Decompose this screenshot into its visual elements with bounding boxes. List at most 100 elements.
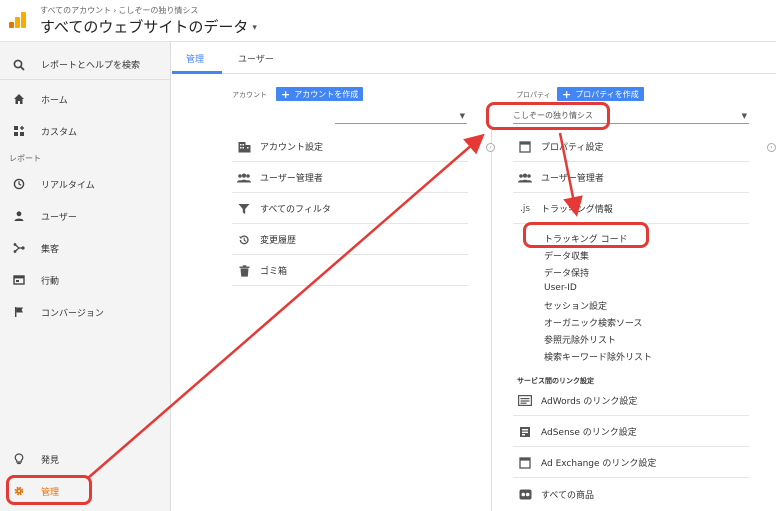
menu-label: ユーザー管理者 [541,174,604,184]
arrow-right-circle-icon[interactable]: › [486,143,495,152]
menu-label: ユーザー管理者 [260,174,323,184]
annotation-highlight-admin [6,475,92,505]
sidebar-item-home[interactable]: ホーム [0,86,171,112]
menu-label: アカウント設定 [260,143,324,153]
column-divider [491,130,492,511]
window-icon [518,140,532,154]
sidebar-item-label: コンバージョン [41,308,104,319]
submenu-user-id[interactable]: User-ID [544,283,577,293]
menu-adwords-link[interactable]: AdWords のリンク設定 [513,386,749,416]
create-property-button[interactable]: + プロパティを作成 [557,87,644,101]
annotation-highlight-tracking-code [523,222,649,248]
window-icon [518,456,532,470]
menu-label: すべての商品 [541,490,595,501]
dashboard-plus-icon [12,124,26,138]
menu-trash[interactable]: ゴミ箱 [232,256,468,286]
sidebar-item-discover[interactable]: 発見 [0,446,171,472]
breadcrumb-separator: › [113,6,117,15]
tab-admin[interactable]: 管理 [186,52,204,65]
person-icon [12,209,26,223]
sidebar-item-label: 行動 [41,276,60,287]
admin-tabs: 管理 ユーザー [172,42,776,74]
menu-change-history[interactable]: 変更履歴 [232,225,468,255]
menu-adsense-link[interactable]: AdSense のリンク設定 [513,417,749,447]
menu-ad-exchange-link[interactable]: Ad Exchange のリンク設定 [513,448,749,478]
annotation-highlight-property [486,102,610,130]
menu-label: Ad Exchange のリンク設定 [541,459,657,469]
sidebar-item-label: 集客 [41,244,60,255]
account-selector[interactable]: ▼ [335,108,467,124]
sidebar-search-label: レポートとヘルプを検索 [41,61,141,71]
products-icon [518,487,532,501]
building-icon [237,140,251,154]
menu-account-user-management[interactable]: ユーザー管理者 [232,163,468,193]
page-title: すべてのウェブサイトのデータ [40,18,249,36]
account-column-label: アカウント [232,91,267,99]
search-icon [12,58,26,72]
plus-icon: + [562,87,572,101]
service-links-heading: サービス間のリンク設定 [517,377,594,385]
people-icon [237,171,251,185]
menu-label: プロパティ設定 [541,143,604,153]
adwords-icon [518,394,532,408]
app-header: すべてのアカウント › こしぞーの独り情シス すべてのウェブサイトのデータ ▾ [0,0,776,42]
adsense-icon [518,425,532,439]
submenu-data-collection[interactable]: データ収集 [544,249,589,262]
sidebar-item-custom[interactable]: カスタム [0,118,171,144]
sidebar-item-acquisition[interactable]: 集客 [0,235,171,261]
menu-label: AdSense のリンク設定 [541,428,637,438]
submenu-organic-sources[interactable]: オーガニック検索ソース [544,316,643,329]
menu-property-user-management[interactable]: ユーザー管理者 [513,163,749,193]
sidebar-item-realtime[interactable]: リアルタイム [0,171,171,197]
view-selector[interactable]: すべてのウェブサイトのデータ ▾ [40,16,257,37]
menu-label: すべてのフィルタ [260,205,331,215]
submenu-session-settings[interactable]: セッション設定 [544,299,607,312]
flag-icon [12,305,26,319]
sidebar-item-users[interactable]: ユーザー [0,203,171,229]
property-column-label: プロパティ [516,91,551,99]
history-icon [237,233,251,247]
sidebar-item-label: 発見 [41,455,60,466]
menu-property-settings[interactable]: プロパティ設定 [513,132,749,162]
submenu-referral-exclusion[interactable]: 参照元除外リスト [544,333,616,346]
create-account-label: アカウントを作成 [294,89,359,99]
menu-label: トラッキング情報 [541,205,613,215]
dropdown-arrow-icon: ▼ [741,112,747,120]
lightbulb-icon [12,452,26,466]
sidebar: レポートとヘルプを検索 ホーム カスタム レポート リアルタイム ユーザー 集客 [0,42,171,511]
home-icon [12,92,26,106]
breadcrumb-property[interactable]: こしぞーの独り情シス [118,6,198,15]
behavior-icon [12,273,26,287]
menu-account-settings[interactable]: アカウント設定 [232,132,468,162]
trash-icon [237,264,251,278]
clock-icon [12,177,26,191]
menu-label: AdWords のリンク設定 [541,397,638,407]
arrow-right-circle-icon-2[interactable]: › [767,143,776,152]
plus-icon: + [281,87,291,101]
sidebar-item-label: カスタム [41,127,78,138]
dropdown-arrow-icon: ▼ [459,112,465,120]
sidebar-item-behavior[interactable]: 行動 [0,267,171,293]
menu-all-products[interactable]: すべての商品 [513,479,749,509]
filter-icon [237,202,251,216]
people-icon [518,171,532,185]
submenu-data-retention[interactable]: データ保持 [544,266,589,279]
analytics-logo-icon[interactable] [9,12,27,28]
breadcrumb-account[interactable]: すべてのアカウント [40,6,111,15]
breadcrumb[interactable]: すべてのアカウント › こしぞーの独り情シス [40,5,198,16]
create-property-label: プロパティを作成 [575,89,639,99]
tab-user[interactable]: ユーザー [238,52,274,65]
submenu-search-term-exclusion[interactable]: 検索キーワード除外リスト [544,350,652,363]
js-icon: .js [519,203,531,214]
active-tab-indicator [172,71,222,74]
menu-all-filters[interactable]: すべてのフィルタ [232,194,468,224]
create-account-button[interactable]: + アカウントを作成 [276,87,364,101]
chevron-down-icon: ▾ [252,22,257,33]
sidebar-search[interactable]: レポートとヘルプを検索 [0,50,171,80]
sidebar-item-label: ユーザー [41,212,77,223]
menu-tracking-info[interactable]: .js トラッキング情報 [513,194,749,224]
sidebar-item-conversions[interactable]: コンバージョン [0,299,171,325]
sidebar-item-label: ホーム [41,95,68,106]
acquisition-icon [12,241,26,255]
sidebar-item-label: リアルタイム [41,180,95,191]
